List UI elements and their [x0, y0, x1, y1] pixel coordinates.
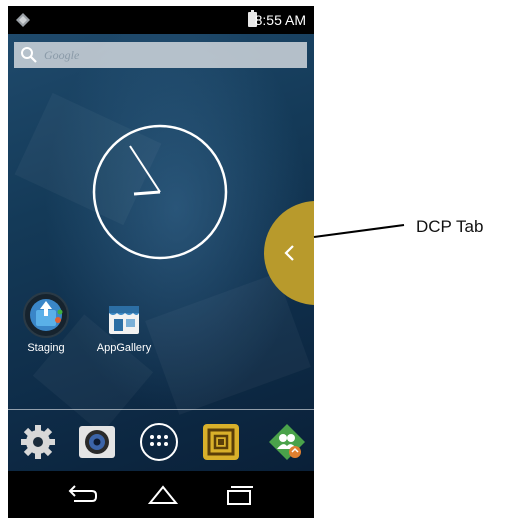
- appgallery-icon: [109, 306, 139, 334]
- notification-icon: [16, 13, 30, 27]
- search-icon: [21, 47, 37, 63]
- recents-icon[interactable]: [222, 483, 256, 507]
- dcp-scan-icon[interactable]: [201, 422, 241, 462]
- minute-hand: [129, 145, 161, 193]
- phone-screen: 8:55 AM Google Staging AppGallery: [8, 6, 314, 518]
- search-placeholder: Google: [44, 48, 80, 62]
- people-sync-icon[interactable]: [267, 422, 307, 462]
- chevron-left-icon[interactable]: [280, 238, 300, 268]
- home-icon[interactable]: [146, 483, 180, 507]
- navigation-bar: [8, 471, 314, 518]
- app-label-staging: Staging: [27, 342, 65, 354]
- app-staging[interactable]: Staging: [8, 292, 86, 354]
- hour-hand: [133, 190, 161, 196]
- app-label-appgallery: AppGallery: [96, 342, 152, 354]
- app-drawer-icon[interactable]: [139, 422, 179, 462]
- settings-gear-icon[interactable]: [18, 422, 58, 462]
- status-time: 8:55 AM: [254, 12, 306, 28]
- google-search-bar[interactable]: Google: [14, 42, 307, 68]
- camera-icon[interactable]: [77, 422, 117, 462]
- app-appgallery[interactable]: AppGallery: [84, 302, 164, 354]
- dock-divider: [8, 409, 314, 410]
- staging-icon: [23, 292, 69, 338]
- back-icon[interactable]: [64, 483, 98, 507]
- status-bar: 8:55 AM: [8, 6, 314, 34]
- callout-dcp-tab-label: DCP Tab: [416, 217, 484, 236]
- analog-clock-widget[interactable]: [92, 124, 228, 260]
